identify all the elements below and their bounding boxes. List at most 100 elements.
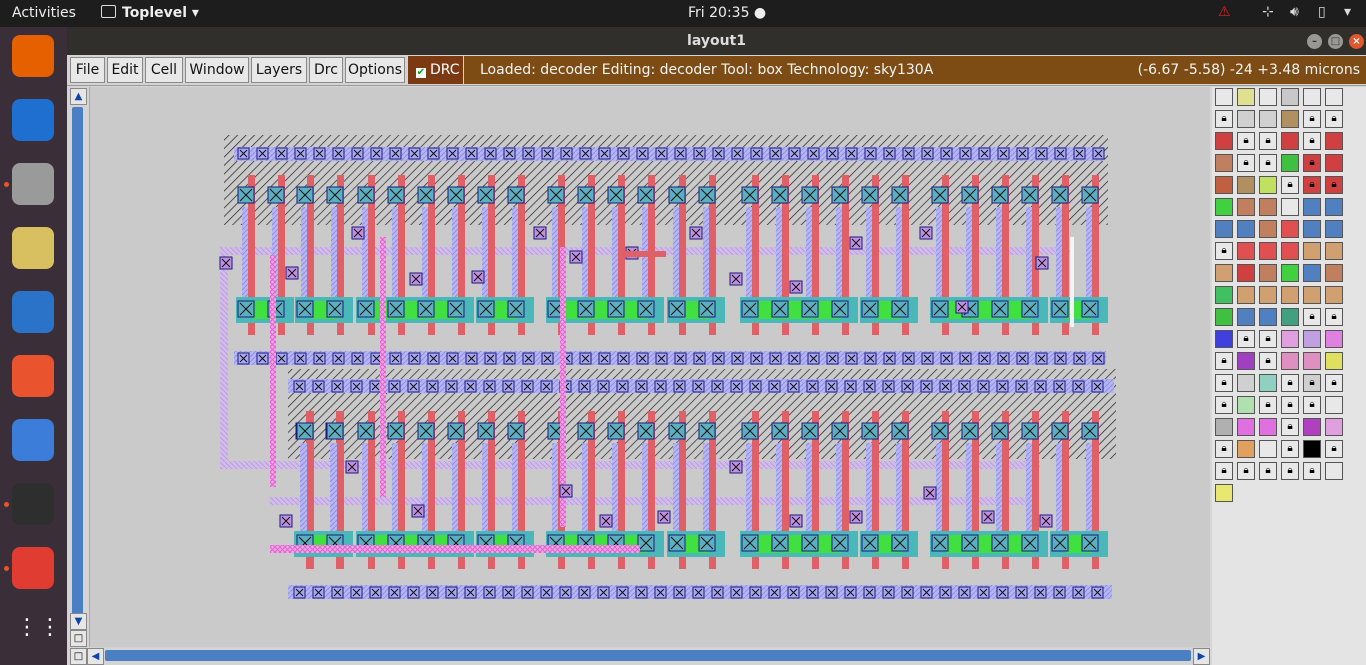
layer-swatch[interactable]	[1303, 264, 1321, 282]
layer-swatch[interactable]	[1325, 132, 1343, 150]
layer-swatch[interactable]	[1325, 198, 1343, 216]
layer-swatch[interactable]: 🔒︎	[1237, 132, 1255, 150]
layer-swatch[interactable]: 🔒︎	[1303, 176, 1321, 194]
layer-swatch[interactable]: 🔒︎	[1303, 154, 1321, 172]
layer-swatch[interactable]: 🔒︎	[1281, 374, 1299, 392]
layer-swatch[interactable]: 🔒︎	[1303, 396, 1321, 414]
layer-swatch[interactable]	[1281, 330, 1299, 348]
layer-swatch[interactable]: 🔒︎	[1281, 462, 1299, 480]
layer-swatch[interactable]: 🔒︎	[1303, 110, 1321, 128]
layer-swatch[interactable]	[1325, 286, 1343, 304]
layer-swatch[interactable]	[1237, 374, 1255, 392]
layer-swatch[interactable]	[1215, 330, 1233, 348]
layer-swatch[interactable]	[1259, 286, 1277, 304]
layer-swatch[interactable]	[1303, 242, 1321, 260]
maximize-button[interactable]: □	[1328, 34, 1343, 49]
minimize-button[interactable]: –	[1307, 34, 1322, 49]
layer-swatch[interactable]	[1303, 286, 1321, 304]
layer-swatch[interactable]	[1237, 220, 1255, 238]
layer-swatch[interactable]	[1215, 484, 1233, 502]
zoom-box-button-2[interactable]: □	[70, 648, 87, 665]
layer-swatch[interactable]: 🔒︎	[1215, 352, 1233, 370]
layer-swatch[interactable]: 🔒︎	[1215, 110, 1233, 128]
layer-swatch[interactable]: 🔒︎	[1259, 330, 1277, 348]
volume-icon[interactable]: 🔊︎	[1290, 4, 1299, 20]
dock-libreoffice-writer-icon[interactable]	[12, 291, 54, 333]
layer-swatch[interactable]	[1259, 242, 1277, 260]
layer-swatch[interactable]	[1237, 308, 1255, 326]
layer-swatch[interactable]	[1237, 396, 1255, 414]
layer-swatch[interactable]	[1215, 418, 1233, 436]
layer-swatch[interactable]: 🔒︎	[1325, 374, 1343, 392]
clock[interactable]: Fri 20:35 ●	[688, 5, 766, 21]
layer-swatch[interactable]	[1303, 352, 1321, 370]
layer-swatch[interactable]	[1215, 198, 1233, 216]
layer-swatch[interactable]	[1237, 88, 1255, 106]
layout-drawing[interactable]	[90, 87, 1210, 647]
layer-swatch[interactable]	[1237, 198, 1255, 216]
layer-swatch[interactable]: 🔒︎	[1215, 396, 1233, 414]
layer-swatch[interactable]	[1281, 308, 1299, 326]
layer-swatch[interactable]	[1259, 374, 1277, 392]
scroll-down-button[interactable]: ▼	[70, 613, 87, 630]
layer-swatch[interactable]	[1215, 286, 1233, 304]
layer-swatch[interactable]: 🔒︎	[1237, 462, 1255, 480]
close-button[interactable]: ×	[1349, 34, 1364, 49]
layer-swatch[interactable]: 🔒︎	[1259, 352, 1277, 370]
layer-swatch[interactable]	[1325, 352, 1343, 370]
layer-swatch[interactable]: 🔒︎	[1303, 132, 1321, 150]
layer-swatch[interactable]: 🔒︎	[1303, 308, 1321, 326]
layer-swatch[interactable]	[1259, 264, 1277, 282]
window-titlebar[interactable]: layout1 – □ ×	[67, 27, 1366, 55]
menu-file[interactable]: File	[70, 57, 105, 83]
layer-swatch[interactable]	[1259, 176, 1277, 194]
layer-swatch[interactable]	[1259, 198, 1277, 216]
drc-toggle[interactable]: ✔ DRC	[408, 56, 463, 84]
layer-swatch[interactable]: 🔒︎	[1303, 462, 1321, 480]
layer-swatch[interactable]	[1281, 132, 1299, 150]
layer-swatch[interactable]: 🔒︎	[1237, 330, 1255, 348]
layer-swatch[interactable]	[1303, 330, 1321, 348]
layer-swatch[interactable]: 🔒︎	[1259, 462, 1277, 480]
layer-swatch[interactable]	[1215, 154, 1233, 172]
layer-swatch[interactable]	[1215, 264, 1233, 282]
power-menu-icon[interactable]: ▾	[1344, 4, 1351, 20]
dock-magic-app-icon[interactable]	[12, 547, 54, 589]
dock-rhythmbox-icon[interactable]	[12, 227, 54, 269]
dock-files-icon[interactable]	[12, 163, 54, 205]
layer-swatch[interactable]	[1237, 242, 1255, 260]
layer-swatch[interactable]	[1281, 286, 1299, 304]
layer-swatch[interactable]	[1259, 88, 1277, 106]
layer-swatch[interactable]	[1259, 308, 1277, 326]
drc-checkbox[interactable]: ✔	[416, 68, 426, 78]
vertical-scrollbar[interactable]: ▲ ▼ □	[67, 87, 90, 647]
layer-swatch[interactable]	[1237, 264, 1255, 282]
dock-thunderbird-icon[interactable]	[12, 99, 54, 141]
layer-swatch[interactable]	[1281, 154, 1299, 172]
layer-swatch[interactable]	[1303, 418, 1321, 436]
layer-swatch[interactable]	[1281, 88, 1299, 106]
layer-swatch[interactable]	[1281, 220, 1299, 238]
layer-swatch[interactable]	[1215, 132, 1233, 150]
layer-swatch[interactable]	[1303, 198, 1321, 216]
dock-software-center-icon[interactable]	[12, 355, 54, 397]
layer-swatch[interactable]: 🔒︎	[1281, 396, 1299, 414]
menu-options[interactable]: Options	[345, 57, 405, 83]
layer-swatch[interactable]	[1325, 418, 1343, 436]
layer-swatch[interactable]: 🔒︎	[1325, 176, 1343, 194]
layer-swatch[interactable]	[1325, 264, 1343, 282]
layer-swatch[interactable]: 🔒︎	[1281, 440, 1299, 458]
layer-swatch[interactable]: 🔒︎	[1281, 418, 1299, 436]
layer-swatch[interactable]	[1237, 110, 1255, 128]
layer-swatch[interactable]: 🔒︎	[1237, 154, 1255, 172]
layer-swatch[interactable]: 🔒︎	[1259, 132, 1277, 150]
zoom-box-button[interactable]: □	[70, 630, 87, 647]
layer-swatch[interactable]: 🔒︎	[1325, 440, 1343, 458]
scroll-right-button[interactable]: ▶	[1193, 648, 1210, 665]
layer-swatch[interactable]	[1325, 220, 1343, 238]
layer-swatch[interactable]	[1303, 440, 1321, 458]
menu-edit[interactable]: Edit	[107, 57, 143, 83]
system-tray[interactable]: ⚠ ⊹ 🔊︎ ▯ ▾	[1206, 0, 1366, 27]
layer-swatch[interactable]: 🔒︎	[1215, 374, 1233, 392]
layer-swatch[interactable]	[1259, 418, 1277, 436]
